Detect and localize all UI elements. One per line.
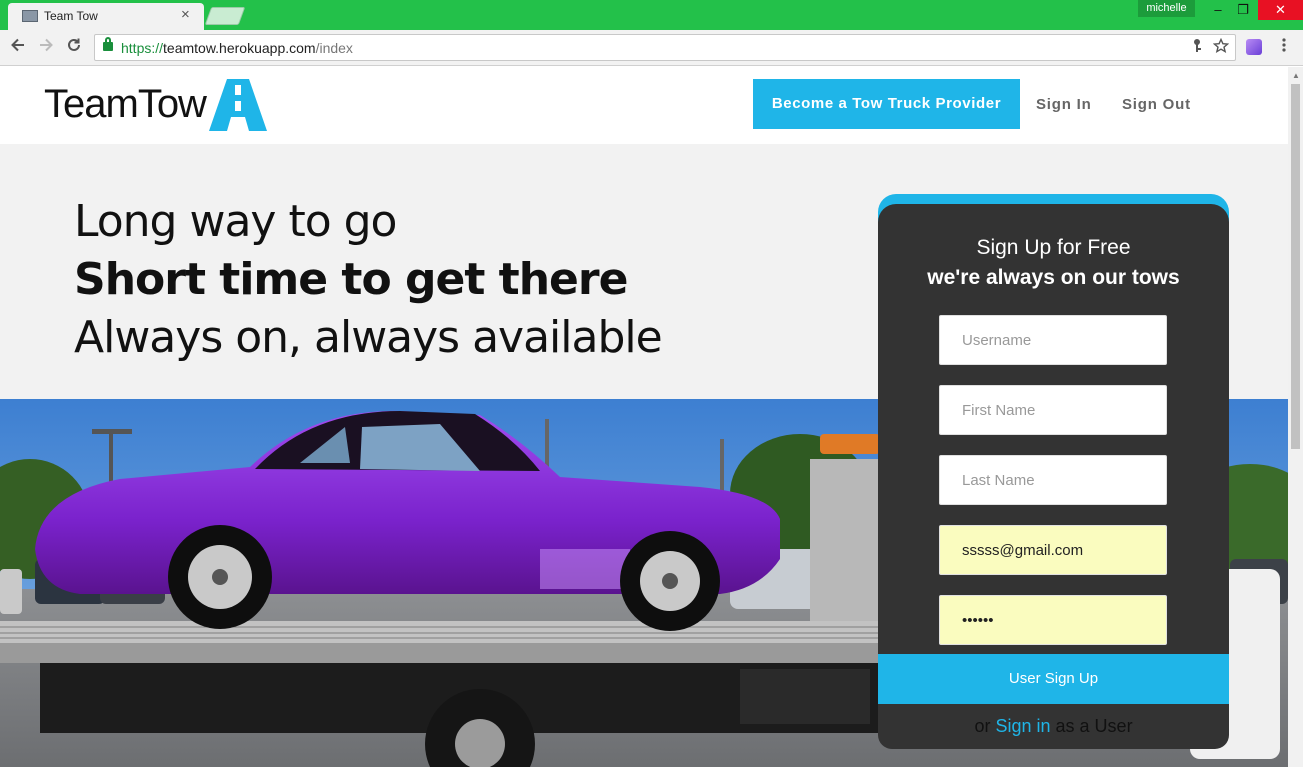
kebab-menu-icon[interactable] <box>1281 36 1287 59</box>
extension-icon[interactable] <box>1246 39 1262 55</box>
email-field[interactable] <box>939 525 1167 575</box>
nav-sign-in[interactable]: Sign In <box>1036 96 1092 113</box>
signup-title: Sign Up for Free <box>976 236 1131 259</box>
alt-suffix: as a User <box>1055 716 1133 736</box>
username-field[interactable] <box>939 315 1167 365</box>
page-scrollbar[interactable]: ▲ <box>1288 67 1303 767</box>
browser-toolbar: https://teamtow.herokuapp.com/index <box>0 30 1303 66</box>
first-name-field[interactable] <box>939 385 1167 435</box>
alt-sign-in-line: or Sign in as a User <box>878 716 1229 737</box>
new-tab-button[interactable] <box>204 7 246 25</box>
profile-badge[interactable]: michelle <box>1138 0 1195 17</box>
lock-icon <box>103 37 113 51</box>
address-bar[interactable]: https://teamtow.herokuapp.com/index <box>94 34 1236 61</box>
url-scheme: https:// <box>121 40 164 56</box>
scrollbar-thumb[interactable] <box>1291 84 1300 449</box>
favicon-icon <box>22 10 38 22</box>
last-name-field[interactable] <box>939 455 1167 505</box>
signup-subtitle: we're always on our tows <box>927 266 1180 289</box>
url-text: https://teamtow.herokuapp.com/index <box>121 40 353 56</box>
hero-tagline-3: Always on, always available <box>74 312 663 363</box>
browser-tab[interactable]: Team Tow × <box>8 3 204 30</box>
password-field[interactable] <box>939 595 1167 645</box>
tab-close-icon[interactable]: × <box>181 6 190 23</box>
close-window-button[interactable]: ✕ <box>1258 0 1303 20</box>
alt-prefix: or <box>974 716 991 736</box>
restore-button[interactable]: ❐ <box>1228 0 1258 20</box>
arrow-left-icon[interactable] <box>9 36 27 59</box>
user-sign-up-button[interactable]: User Sign Up <box>878 654 1229 704</box>
nav-sign-out[interactable]: Sign Out <box>1122 96 1191 113</box>
road-logo-icon <box>209 79 267 131</box>
hero-tagline-1: Long way to go <box>74 196 397 247</box>
arrow-right-icon[interactable] <box>37 36 55 59</box>
reload-icon[interactable] <box>65 36 83 59</box>
logo-text: TeamTow <box>44 82 207 126</box>
key-icon[interactable] <box>1191 38 1203 57</box>
sign-in-link[interactable]: Sign in <box>995 716 1050 736</box>
page-viewport: TeamTow Become a Tow Truck Provider Sign… <box>0 67 1288 767</box>
become-provider-button[interactable]: Become a Tow Truck Provider <box>753 79 1020 129</box>
signup-panel: Sign Up for Free we're always on our tow… <box>878 204 1229 749</box>
tab-title: Team Tow <box>44 9 98 23</box>
star-icon[interactable] <box>1212 37 1230 57</box>
browser-titlebar: Team Tow × michelle – ❐ ✕ <box>0 0 1303 30</box>
site-header: TeamTow Become a Tow Truck Provider Sign… <box>0 67 1288 144</box>
site-logo[interactable]: TeamTow <box>44 79 274 131</box>
url-host: teamtow.herokuapp.com <box>163 40 316 56</box>
hero-tagline-2: Short time to get there <box>74 254 628 305</box>
scroll-up-icon[interactable]: ▲ <box>1292 71 1300 80</box>
url-path: /index <box>315 40 353 56</box>
